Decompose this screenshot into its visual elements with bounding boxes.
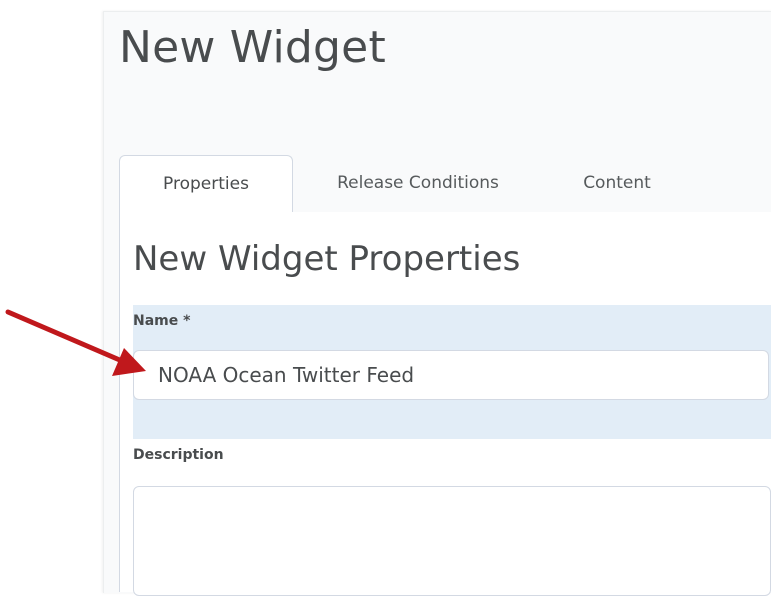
section-title: New Widget Properties: [133, 239, 521, 279]
name-input-value: NOAA Ocean Twitter Feed: [158, 363, 415, 387]
description-label: Description: [133, 447, 224, 463]
page-title: New Widget: [119, 22, 386, 73]
tab-properties[interactable]: Properties: [119, 155, 293, 212]
tab-release-conditions[interactable]: Release Conditions: [305, 155, 531, 211]
name-input[interactable]: NOAA Ocean Twitter Feed: [133, 350, 769, 400]
tab-content[interactable]: Content: [543, 155, 691, 211]
description-textarea[interactable]: [133, 486, 771, 596]
arrow-pointer-icon: [5, 309, 146, 376]
